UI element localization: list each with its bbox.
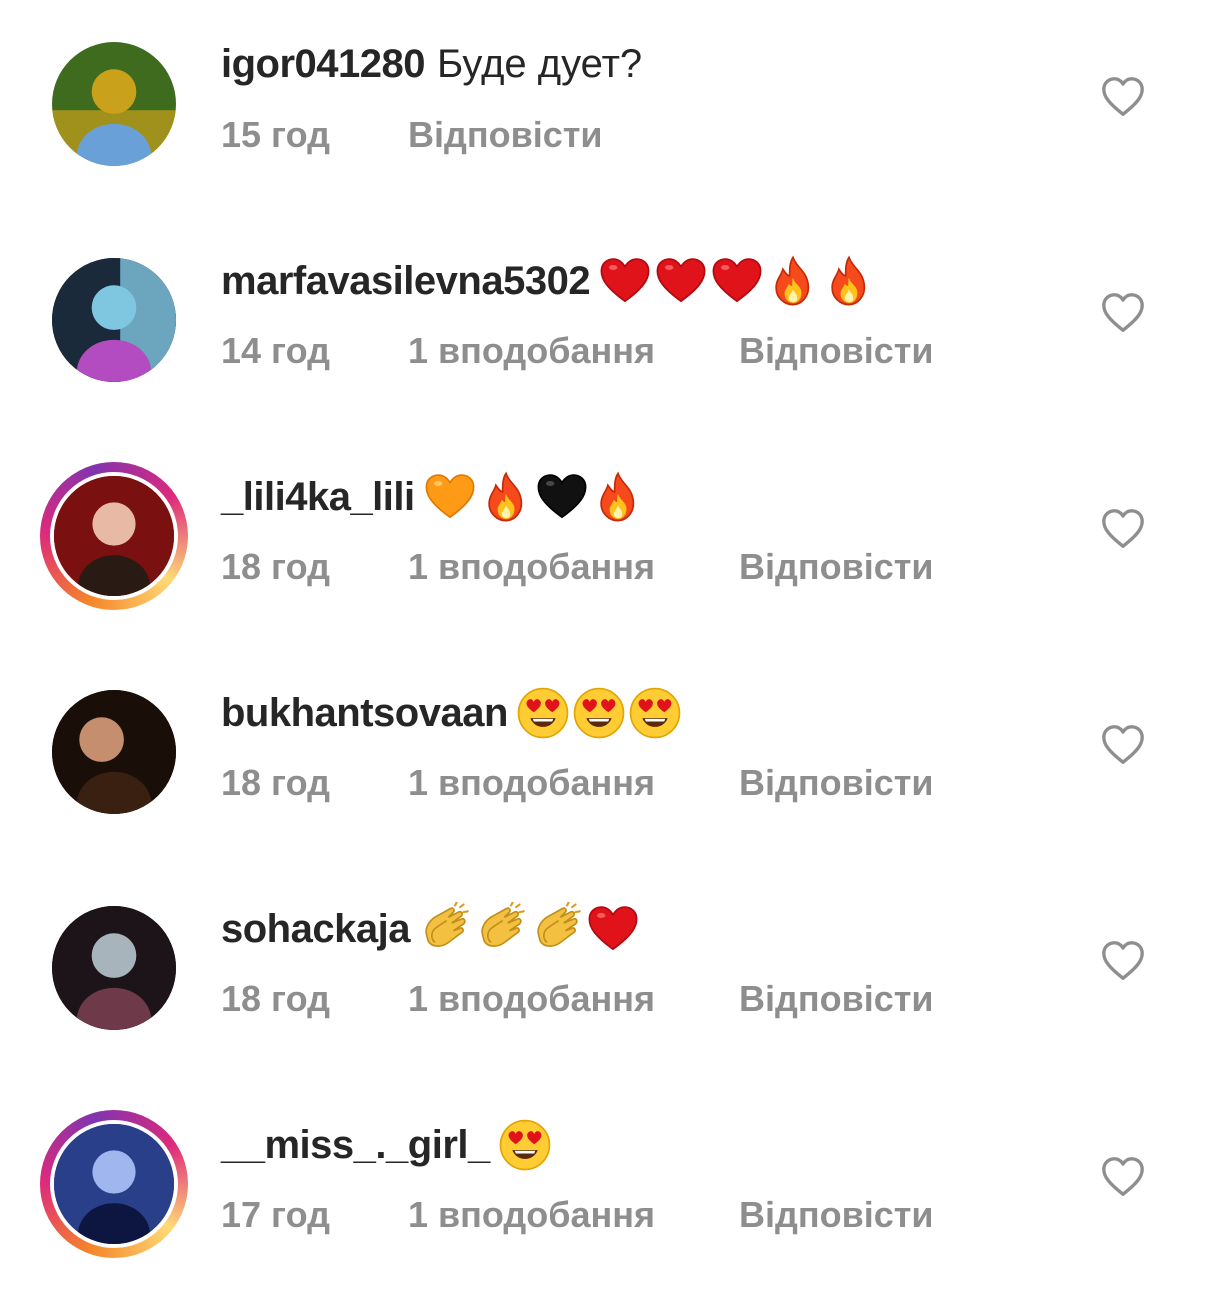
username-link[interactable]: _lili4ka_lili [221,471,415,523]
timestamp: 17 год [221,1194,330,1235]
username-link[interactable]: marfavasilevna5302 [221,255,591,307]
orange-heart-emoji-icon [423,470,477,524]
comment-body: __miss_._girl_ [221,1118,552,1172]
comment-row: bukhantsovaan 18 год 1 вподобання Відповіст… [0,648,1215,864]
likes-count-button[interactable]: 1 вподобання [408,326,655,376]
reply-button[interactable]: Відповісти [739,758,934,808]
avatar[interactable] [52,690,176,814]
timestamp: 18 год [221,762,330,803]
comment-text: Буде дует? [437,42,643,86]
username-link[interactable]: __miss_._girl_ [221,1119,490,1171]
reply-button[interactable]: Відповісти [739,974,934,1024]
avatar-wrap[interactable] [52,906,176,1030]
timestamp: 18 год [221,546,330,587]
clapping-emoji-icon [530,902,584,956]
red-heart-emoji-icon [654,254,708,308]
red-heart-emoji-icon [598,254,652,308]
red-heart-emoji-icon [586,902,640,956]
fire-emoji-icon [591,470,645,524]
username-link[interactable]: igor041280 [221,38,426,90]
reply-button[interactable]: Відповісти [739,326,934,376]
timestamp: 14 год [221,330,330,371]
username-link[interactable]: bukhantsovaan [221,687,508,739]
comment-body: bukhantsovaan [221,686,682,740]
like-heart-icon[interactable] [1100,938,1146,984]
story-ring[interactable] [40,462,188,610]
comment-body: _lili4ka_lili [221,470,645,524]
clapping-emoji-icon [474,902,528,956]
emoji-row [598,254,876,308]
avatar[interactable] [50,1120,178,1248]
likes-count-button[interactable]: 1 вподобання [408,542,655,592]
fire-emoji-icon [822,254,876,308]
like-heart-icon[interactable] [1100,506,1146,552]
comment-row: __miss_._girl_ 17 год 1 вподобання Відповіс… [0,1080,1215,1296]
timestamp: 15 год [221,114,330,155]
heart-eyes-emoji-icon [572,686,626,740]
like-heart-icon[interactable] [1100,1154,1146,1200]
avatar[interactable] [52,906,176,1030]
clapping-emoji-icon [418,902,472,956]
like-heart-icon[interactable] [1100,290,1146,336]
comment-body: marfavasilevna5302 [221,254,876,308]
comment-row: marfavasilevna5302 14 год 1 вподобання Відп… [0,216,1215,432]
emoji-row [516,686,682,740]
reply-button[interactable]: Відповісти [739,1190,934,1240]
like-heart-icon[interactable] [1100,74,1146,120]
like-heart-icon[interactable] [1100,722,1146,768]
avatar-wrap[interactable] [52,690,176,814]
likes-count-button[interactable]: 1 вподобання [408,1190,655,1240]
comment-body: sohackaja [221,902,640,956]
likes-count-button[interactable]: 1 вподобання [408,758,655,808]
comment-row: _lili4ka_lili 18 год 1 вподобання Відповіст… [0,432,1215,648]
timestamp: 18 год [221,978,330,1019]
heart-eyes-emoji-icon [516,686,570,740]
red-heart-emoji-icon [710,254,764,308]
black-heart-emoji-icon [535,470,589,524]
avatar[interactable] [50,472,178,600]
fire-emoji-icon [479,470,533,524]
emoji-row [423,470,645,524]
avatar-wrap[interactable] [52,258,176,382]
fire-emoji-icon [766,254,820,308]
likes-count-button[interactable]: 1 вподобання [408,974,655,1024]
emoji-row [498,1118,552,1172]
heart-eyes-emoji-icon [628,686,682,740]
comment-row: sohackaja 18 год 1 вподобання Відповісти [0,864,1215,1080]
comment-row: igor041280 Буде дует? 15 год Відповісти [0,0,1215,216]
comment-body: igor041280 Буде дует? [221,38,642,90]
story-ring[interactable] [40,1110,188,1258]
reply-button[interactable]: Відповісти [739,542,934,592]
reply-button[interactable]: Відповісти [408,110,603,160]
emoji-row [418,902,640,956]
avatar[interactable] [52,258,176,382]
avatar[interactable] [52,42,176,166]
heart-eyes-emoji-icon [498,1118,552,1172]
username-link[interactable]: sohackaja [221,903,410,955]
avatar-wrap[interactable] [52,42,176,166]
